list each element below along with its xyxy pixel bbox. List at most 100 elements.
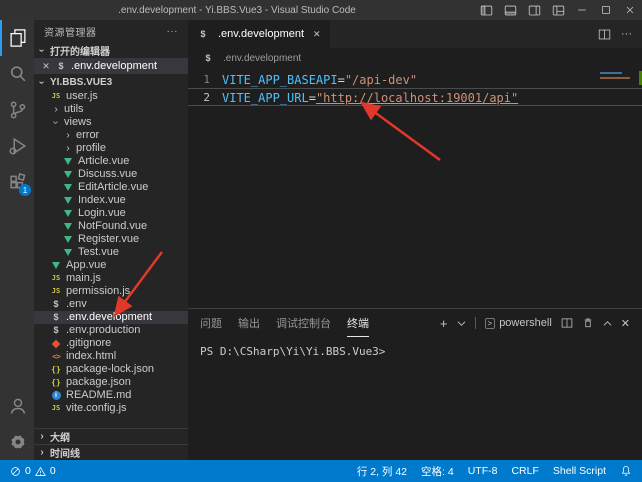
tree-item[interactable]: permission.js	[34, 285, 188, 298]
kill-terminal-trash-icon[interactable]	[582, 317, 594, 329]
editor-actions: ···	[598, 20, 642, 48]
tree-item[interactable]: Article.vue	[34, 155, 188, 168]
search-icon[interactable]	[0, 56, 34, 92]
close-icon[interactable]: ✕	[40, 61, 52, 72]
timeline-section[interactable]: 时间线	[34, 444, 188, 460]
tree-item[interactable]: App.vue	[34, 259, 188, 272]
tree-item[interactable]: user.js	[34, 90, 188, 103]
terminal-profile-select[interactable]: > powershell	[485, 317, 552, 329]
open-editor-item[interactable]: ✕ .env.development	[34, 58, 188, 74]
title-bar: .env.development - Yi.BBS.Vue3 - Visual …	[0, 0, 642, 20]
close-icon[interactable]: ✕	[313, 29, 321, 40]
tab-problems[interactable]: 问题	[200, 309, 222, 337]
tree-item[interactable]: Test.vue	[34, 246, 188, 259]
indentation[interactable]: 空格: 4	[421, 464, 454, 479]
cursor-position[interactable]: 行 2, 列 42	[357, 464, 407, 479]
split-terminal-icon[interactable]	[561, 317, 573, 329]
tree-item[interactable]: .env	[34, 298, 188, 311]
tab-output[interactable]: 输出	[238, 309, 260, 337]
extensions-icon[interactable]: 1	[0, 164, 34, 200]
tree-item[interactable]: NotFound.vue	[34, 220, 188, 233]
editor-group: .env.development ✕ ··· .env.development …	[188, 20, 642, 460]
activity-bar: 1	[0, 20, 34, 460]
code-editor[interactable]: 1 VITE_APP_BASEAPI="/api-dev" 2 VITE_APP…	[188, 68, 642, 308]
vue-icon	[62, 158, 74, 165]
tree-item[interactable]: utils	[34, 103, 188, 116]
code-line-current[interactable]: 2 VITE_APP_URL="http://localhost:19001/a…	[188, 88, 642, 106]
env-var-value: "/api-dev"	[345, 73, 417, 87]
terminal-output[interactable]: PS D:\CSharp\Yi\Yi.BBS.Vue3>	[188, 337, 642, 460]
eol-sequence[interactable]: CRLF	[511, 465, 538, 477]
shell-icon	[55, 61, 67, 71]
minimize-icon[interactable]	[570, 0, 594, 20]
customize-layout-icon[interactable]	[546, 0, 570, 20]
equals-operator: =	[309, 91, 316, 105]
tab-env-development[interactable]: .env.development ✕	[188, 20, 330, 48]
tree-item[interactable]: Discuss.vue	[34, 168, 188, 181]
tree-item[interactable]: .gitignore	[34, 337, 188, 350]
warning-count: 0	[50, 465, 56, 477]
tree-item[interactable]: package-lock.json	[34, 363, 188, 376]
close-icon[interactable]	[618, 0, 642, 20]
env-var-name: VITE_APP_URL	[222, 91, 309, 105]
tree-item[interactable]: README.md	[34, 389, 188, 402]
source-control-icon[interactable]	[0, 92, 34, 128]
run-debug-icon[interactable]	[0, 128, 34, 164]
tree-item[interactable]: EditArticle.vue	[34, 181, 188, 194]
git-icon	[50, 341, 62, 347]
tab-terminal[interactable]: 终端	[347, 309, 369, 337]
explorer-sidebar: 资源管理器 ··· 打开的编辑器 ✕ .env.development YI.B…	[34, 20, 188, 460]
js-icon	[50, 272, 62, 285]
line-number: 1	[188, 71, 222, 87]
open-editors-header[interactable]: 打开的编辑器	[34, 42, 188, 58]
terminal-icon: >	[485, 318, 496, 329]
code-line[interactable]: 1 VITE_APP_BASEAPI="/api-dev"	[188, 70, 642, 88]
tree-item[interactable]: Register.vue	[34, 233, 188, 246]
split-editor-icon[interactable]	[598, 28, 611, 41]
equals-operator: =	[338, 73, 345, 87]
tree-item[interactable]: views	[34, 116, 188, 129]
toggle-secondary-sidebar-icon[interactable]	[522, 0, 546, 20]
tree-root[interactable]: YI.BBS.VUE3	[34, 74, 188, 90]
outline-section[interactable]: 大纲	[34, 428, 188, 444]
bottom-panel: 问题 输出 调试控制台 终端 + > powershell	[188, 308, 642, 460]
error-icon	[10, 466, 21, 477]
tree-item[interactable]: .env.development	[34, 311, 188, 324]
breadcrumb[interactable]: .env.development	[188, 48, 642, 68]
chevron-down-icon[interactable]	[457, 319, 466, 328]
tree-item[interactable]: index.html	[34, 350, 188, 363]
notifications-bell-icon[interactable]	[620, 465, 632, 477]
tree-item[interactable]: Login.vue	[34, 207, 188, 220]
tree-item[interactable]: package.json	[34, 376, 188, 389]
maximize-icon[interactable]	[594, 0, 618, 20]
settings-gear-icon[interactable]	[0, 424, 34, 460]
env-var-value-link[interactable]: "http://localhost:19001/api"	[316, 91, 518, 105]
tree-item[interactable]: error	[34, 129, 188, 142]
tree-item[interactable]: Index.vue	[34, 194, 188, 207]
language-mode[interactable]: Shell Script	[553, 465, 606, 477]
tree-item[interactable]: .env.production	[34, 324, 188, 337]
tree-item[interactable]: vite.config.js	[34, 402, 188, 415]
vue-icon	[50, 262, 62, 269]
toggle-sidebar-icon[interactable]	[474, 0, 498, 20]
tree-item[interactable]: main.js	[34, 272, 188, 285]
close-panel-icon[interactable]: ✕	[621, 317, 630, 330]
maximize-panel-icon[interactable]	[603, 319, 612, 328]
new-terminal-icon[interactable]: +	[440, 316, 448, 331]
explorer-icon[interactable]	[0, 20, 34, 56]
minimap[interactable]	[600, 72, 630, 79]
error-count: 0	[25, 465, 31, 477]
tab-debug-console[interactable]: 调试控制台	[276, 309, 331, 337]
account-icon[interactable]	[0, 388, 34, 424]
toggle-panel-icon[interactable]	[498, 0, 522, 20]
more-actions-icon[interactable]: ···	[167, 26, 179, 37]
problems-status[interactable]: 0 0	[10, 465, 56, 477]
tree-item[interactable]: profile	[34, 142, 188, 155]
chevron-right-icon	[62, 129, 74, 142]
more-actions-icon[interactable]: ···	[621, 28, 632, 40]
minimap-line	[600, 72, 622, 74]
file-tree: user.js utils views error profile Articl…	[34, 90, 188, 415]
status-right: 行 2, 列 42 空格: 4 UTF-8 CRLF Shell Script	[357, 464, 632, 479]
chevron-right-icon	[36, 447, 48, 458]
encoding[interactable]: UTF-8	[468, 465, 498, 477]
